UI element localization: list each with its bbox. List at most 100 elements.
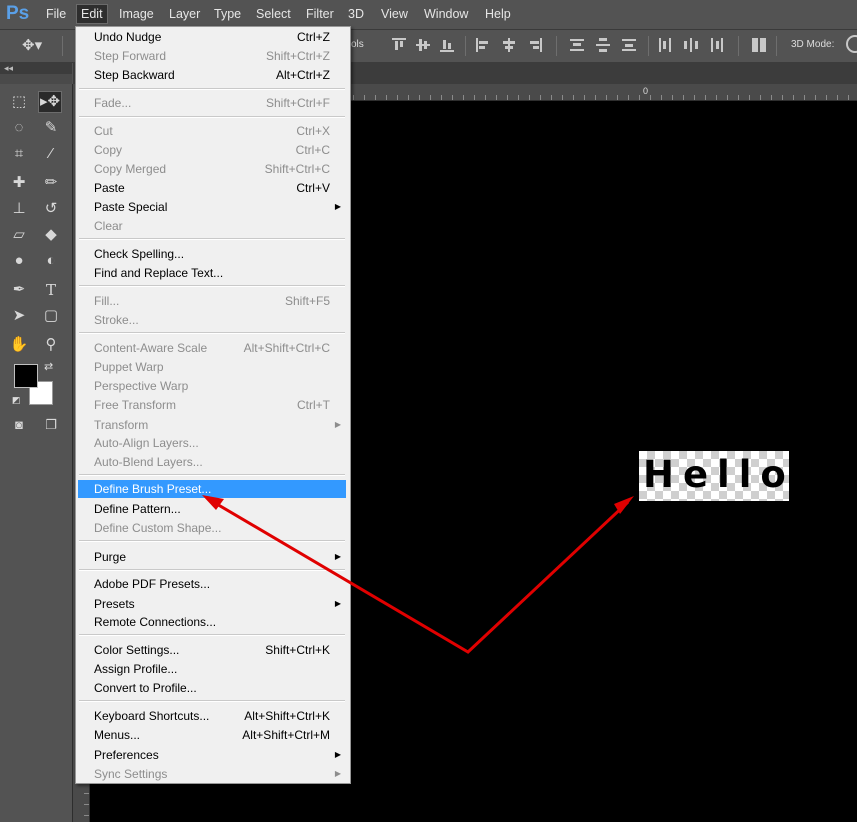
menu-item-label: Purge	[94, 550, 127, 564]
menu-item-label: Transform	[94, 418, 149, 432]
paint-bucket-icon[interactable]: ◆	[40, 225, 62, 245]
menu-item-cut[interactable]: Cut Ctrl+X	[78, 122, 346, 140]
menu-item-define-pattern[interactable]: Define Pattern...	[78, 500, 346, 518]
menu-item-color-settings[interactable]: Color Settings... Shift+Ctrl+K	[78, 641, 346, 659]
align-bottom-icon[interactable]	[440, 38, 454, 52]
distribute-bottom-icon[interactable]	[622, 38, 636, 52]
menu-item-define-brush-preset[interactable]: Define Brush Preset...	[78, 480, 346, 498]
menu-item-menus[interactable]: Menus... Alt+Shift+Ctrl+M	[78, 726, 346, 744]
align-top-icon[interactable]	[392, 38, 406, 52]
marquee-icon[interactable]: ⬚	[8, 92, 30, 112]
hello-selection[interactable]: Hello	[639, 451, 789, 501]
default-colors-icon[interactable]: ◩	[12, 395, 21, 406]
hand-icon[interactable]: ✋	[8, 335, 30, 355]
menu-select[interactable]: Select	[256, 5, 291, 23]
menu-item-stroke[interactable]: Stroke...	[78, 311, 346, 329]
screen-mode-icon[interactable]: ❐	[40, 415, 62, 435]
distribute-top-icon[interactable]	[570, 38, 584, 52]
dodge-icon[interactable]: ◐	[40, 251, 62, 271]
foreground-color-swatch[interactable]	[14, 364, 38, 388]
menu-item-fill[interactable]: Fill... Shift+F5	[78, 292, 346, 310]
distribute-hcenter-icon[interactable]	[684, 38, 698, 52]
menu-help[interactable]: Help	[485, 5, 511, 23]
menu-layer[interactable]: Layer	[169, 5, 200, 23]
menu-item-transform[interactable]: Transform ▶	[78, 416, 346, 434]
type-icon[interactable]: T	[40, 280, 62, 300]
menu-file[interactable]: File	[46, 5, 66, 23]
menu-item-shortcut: Ctrl+T	[297, 398, 330, 412]
menu-separator	[79, 634, 345, 636]
blur-icon[interactable]: ●	[8, 251, 30, 271]
eyedropper-icon[interactable]: ⁄	[40, 144, 62, 164]
move-tool-icon[interactable]: ▸✥	[38, 91, 62, 113]
menu-item-puppet-warp[interactable]: Puppet Warp	[78, 358, 346, 376]
collapse-icon[interactable]: ◂◂	[0, 63, 13, 73]
eraser-icon[interactable]: ▱	[8, 225, 30, 245]
quick-select-icon[interactable]: ✎	[40, 118, 62, 138]
history-brush-icon[interactable]: ↺	[40, 199, 62, 219]
path-select-icon[interactable]: ➤	[8, 306, 30, 326]
zoom-icon[interactable]: ⚲	[40, 335, 62, 355]
menu-item-convert-profile[interactable]: Convert to Profile...	[78, 679, 346, 697]
menu-item-content-aware-scale[interactable]: Content-Aware Scale Alt+Shift+Ctrl+C	[78, 339, 346, 357]
pen-icon[interactable]: ✒	[8, 280, 30, 300]
menu-item-fade[interactable]: Fade... Shift+Ctrl+F	[78, 94, 346, 112]
swap-colors-icon[interactable]: ⇄	[44, 360, 53, 373]
menu-image[interactable]: Image	[119, 5, 154, 23]
menu-item-preferences[interactable]: Preferences ▶	[78, 746, 346, 764]
menu-item-free-transform[interactable]: Free Transform Ctrl+T	[78, 396, 346, 414]
menu-separator	[79, 238, 345, 240]
menu-item-purge[interactable]: Purge ▶	[78, 548, 346, 566]
menu-separator	[79, 116, 345, 118]
lasso-icon[interactable]: ◌	[8, 118, 30, 138]
healing-brush-icon[interactable]: ✚	[8, 173, 30, 193]
brush-icon[interactable]: ✏	[40, 173, 62, 193]
menu-item-perspective-warp[interactable]: Perspective Warp	[78, 377, 346, 395]
menu-item-label: Define Pattern...	[94, 502, 181, 516]
menu-item-paste[interactable]: Paste Ctrl+V	[78, 179, 346, 197]
stamp-icon[interactable]: ⊥	[8, 199, 30, 219]
menu-item-keyboard-shortcuts[interactable]: Keyboard Shortcuts... Alt+Shift+Ctrl+K	[78, 707, 346, 725]
menu-item-copy[interactable]: Copy Ctrl+C	[78, 141, 346, 159]
move-tool-preset-icon[interactable]: ✥▾	[22, 36, 42, 54]
align-left-icon[interactable]	[476, 38, 490, 52]
distribute-left-icon[interactable]	[658, 38, 672, 52]
3d-mode-label: 3D Mode:	[791, 39, 835, 50]
menu-item-check-spelling[interactable]: Check Spelling...	[78, 245, 346, 263]
menu-view[interactable]: View	[381, 5, 408, 23]
menu-item-presets[interactable]: Presets ▶	[78, 595, 346, 613]
align-vcenter-icon[interactable]	[416, 38, 430, 52]
panel-collapse-bar[interactable]: ◂◂	[0, 62, 72, 74]
shape-icon[interactable]: ▢	[40, 306, 62, 326]
align-right-icon[interactable]	[528, 38, 542, 52]
menu-item-step-forward[interactable]: Step Forward Shift+Ctrl+Z	[78, 47, 346, 65]
menu-item-pdf-presets[interactable]: Adobe PDF Presets...	[78, 575, 346, 593]
menu-item-copy-merged[interactable]: Copy Merged Shift+Ctrl+C	[78, 160, 346, 178]
menu-item-step-backward[interactable]: Step Backward Alt+Ctrl+Z	[78, 66, 346, 84]
distribute-vcenter-icon[interactable]	[596, 38, 610, 52]
menu-item-paste-special[interactable]: Paste Special ▶	[78, 198, 346, 216]
auto-align-icon[interactable]	[752, 38, 766, 52]
menu-item-shortcut: Shift+Ctrl+F	[265, 96, 330, 110]
menu-item-sync-settings[interactable]: Sync Settings ▶	[78, 765, 346, 783]
menu-edit[interactable]: Edit	[76, 4, 108, 24]
menu-item-clear[interactable]: Clear	[78, 217, 346, 235]
menu-item-auto-align[interactable]: Auto-Align Layers...	[78, 434, 346, 452]
menu-item-assign-profile[interactable]: Assign Profile...	[78, 660, 346, 678]
crop-icon[interactable]: ⌗	[8, 144, 30, 164]
menu-item-define-custom-shape[interactable]: Define Custom Shape...	[78, 519, 346, 537]
menu-item-remote-connections[interactable]: Remote Connections...	[78, 613, 346, 631]
distribute-right-icon[interactable]	[710, 38, 724, 52]
menu-item-undo-nudge[interactable]: Undo Nudge Ctrl+Z	[78, 28, 346, 46]
menu-item-auto-blend[interactable]: Auto-Blend Layers...	[78, 453, 346, 471]
menu-window[interactable]: Window	[424, 5, 468, 23]
menu-item-find-replace[interactable]: Find and Replace Text...	[78, 264, 346, 282]
menu-item-label: Perspective Warp	[94, 379, 189, 393]
quick-mask-icon[interactable]: ◙	[8, 415, 30, 435]
options-truncated-label: ols	[351, 39, 364, 50]
3d-rotate-icon[interactable]	[846, 35, 857, 53]
menu-type[interactable]: Type	[214, 5, 241, 23]
menu-3d[interactable]: 3D	[348, 5, 364, 23]
menu-filter[interactable]: Filter	[306, 5, 334, 23]
align-hcenter-icon[interactable]	[502, 38, 516, 52]
